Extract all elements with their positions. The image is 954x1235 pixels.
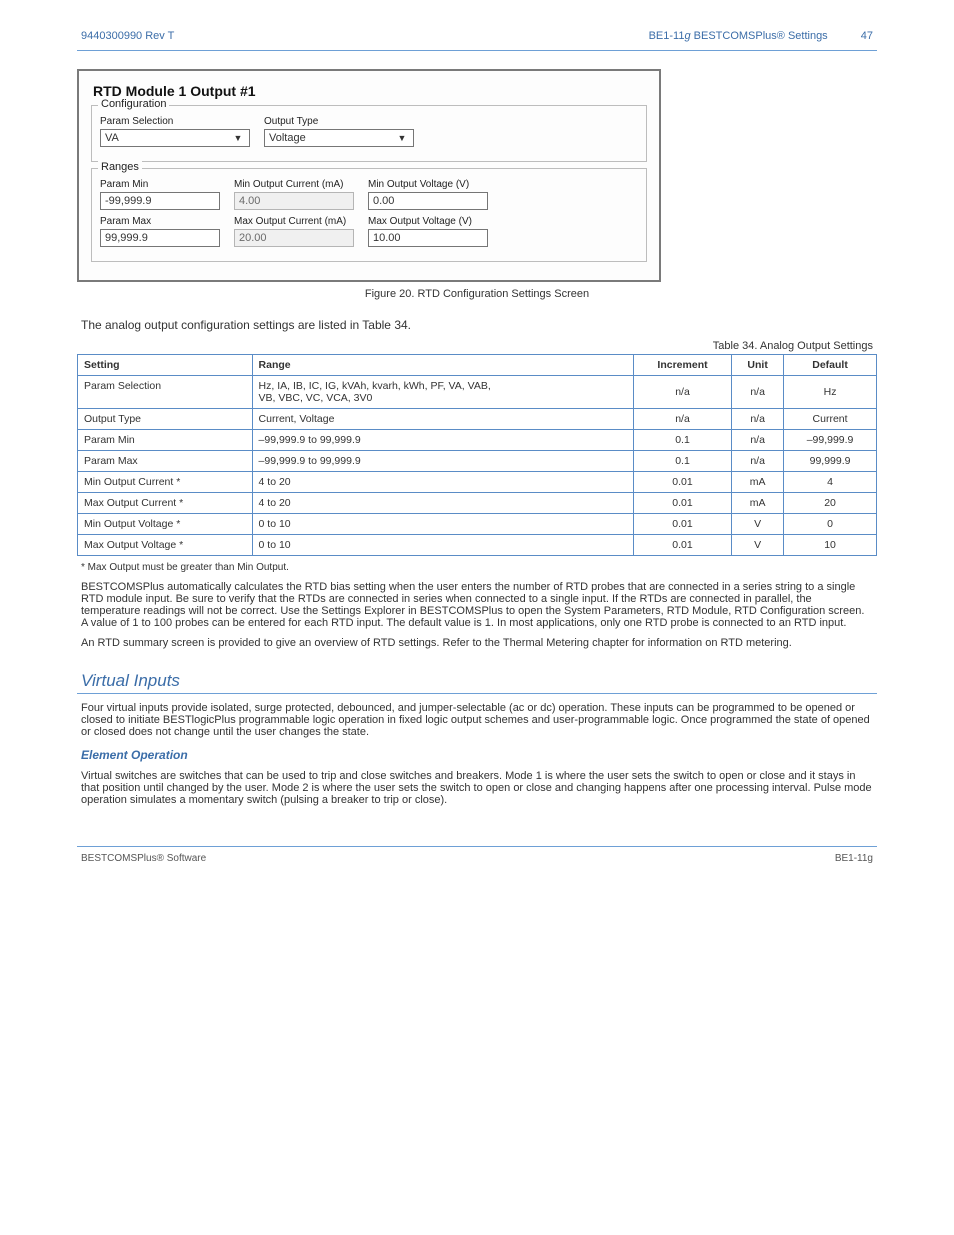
settings-screenshot: RTD Module 1 Output #1 Configuration Par… (77, 69, 661, 282)
table-row: Max Output Voltage *0 to 100.01V10 (78, 535, 877, 556)
th-setting: Setting (78, 355, 253, 376)
settings-table: Setting Range Increment Unit Default Par… (77, 354, 877, 556)
min-voltage-input[interactable]: 0.00 (368, 192, 488, 210)
virtual-body: Four virtual inputs provide isolated, su… (81, 702, 873, 738)
figure-caption: Figure 20. RTD Configuration Settings Sc… (77, 288, 877, 300)
chevron-down-icon: ▼ (231, 133, 245, 143)
footer-left: BESTCOMSPlus® Software (81, 853, 206, 864)
table-row: Param SelectionHz, IA, IB, IC, IG, kVAh,… (78, 376, 877, 409)
param-min-input[interactable]: -99,999.9 (100, 192, 220, 210)
max-voltage-input[interactable]: 10.00 (368, 229, 488, 247)
max-current-input: 20.00 (234, 229, 354, 247)
output-type-label: Output Type (264, 116, 414, 127)
param-max-input[interactable]: 99,999.9 (100, 229, 220, 247)
chevron-down-icon: ▼ (395, 133, 409, 143)
max-voltage-label: Max Output Voltage (V) (368, 216, 488, 227)
param-selection-select[interactable]: VA ▼ (100, 129, 250, 147)
screenshot-title: RTD Module 1 Output #1 (93, 83, 649, 99)
table-row: Param Max–99,999.9 to 99,999.90.1n/a99,9… (78, 451, 877, 472)
table-row: Param Min–99,999.9 to 99,999.90.1n/a–99,… (78, 430, 877, 451)
table-footnote: * Max Output must be greater than Min Ou… (81, 562, 873, 573)
intro-text: The analog output configuration settings… (81, 318, 877, 332)
section-virtual-inputs: Virtual Inputs (81, 671, 873, 691)
header-left: 9440300990 Rev T (81, 30, 174, 42)
output-type-select[interactable]: Voltage ▼ (264, 129, 414, 147)
rtd-body-2: An RTD summary screen is provided to giv… (81, 637, 873, 649)
table-row: Max Output Current *4 to 200.01mA20 (78, 493, 877, 514)
min-voltage-label: Min Output Voltage (V) (368, 179, 488, 190)
element-body: Virtual switches are switches that can b… (81, 770, 873, 806)
table-row: Min Output Voltage *0 to 100.01V0 (78, 514, 877, 535)
param-selection-label: Param Selection (100, 116, 250, 127)
header-right: BE1-11g BESTCOMSPlus® Settings 47 (649, 30, 873, 42)
max-current-label: Max Output Current (mA) (234, 216, 354, 227)
th-range: Range (252, 355, 633, 376)
subsection-element-operation: Element Operation (81, 748, 873, 762)
table-label: Table 34. Analog Output Settings (713, 340, 873, 352)
th-unit: Unit (732, 355, 784, 376)
table-row: Output TypeCurrent, Voltagen/an/aCurrent (78, 409, 877, 430)
min-current-input: 4.00 (234, 192, 354, 210)
th-default: Default (784, 355, 877, 376)
th-increment: Increment (633, 355, 731, 376)
param-max-label: Param Max (100, 216, 220, 227)
min-current-label: Min Output Current (mA) (234, 179, 354, 190)
rtd-body-1: BESTCOMSPlus automatically calculates th… (81, 581, 873, 629)
group-configuration: Configuration Param Selection VA ▼ Outpu… (91, 105, 647, 162)
group-ranges: Ranges Param Min -99,999.9 Min Output Cu… (91, 168, 647, 262)
footer-right: BE1-11g (835, 853, 873, 864)
param-min-label: Param Min (100, 179, 220, 190)
table-row: Min Output Current *4 to 200.01mA4 (78, 472, 877, 493)
